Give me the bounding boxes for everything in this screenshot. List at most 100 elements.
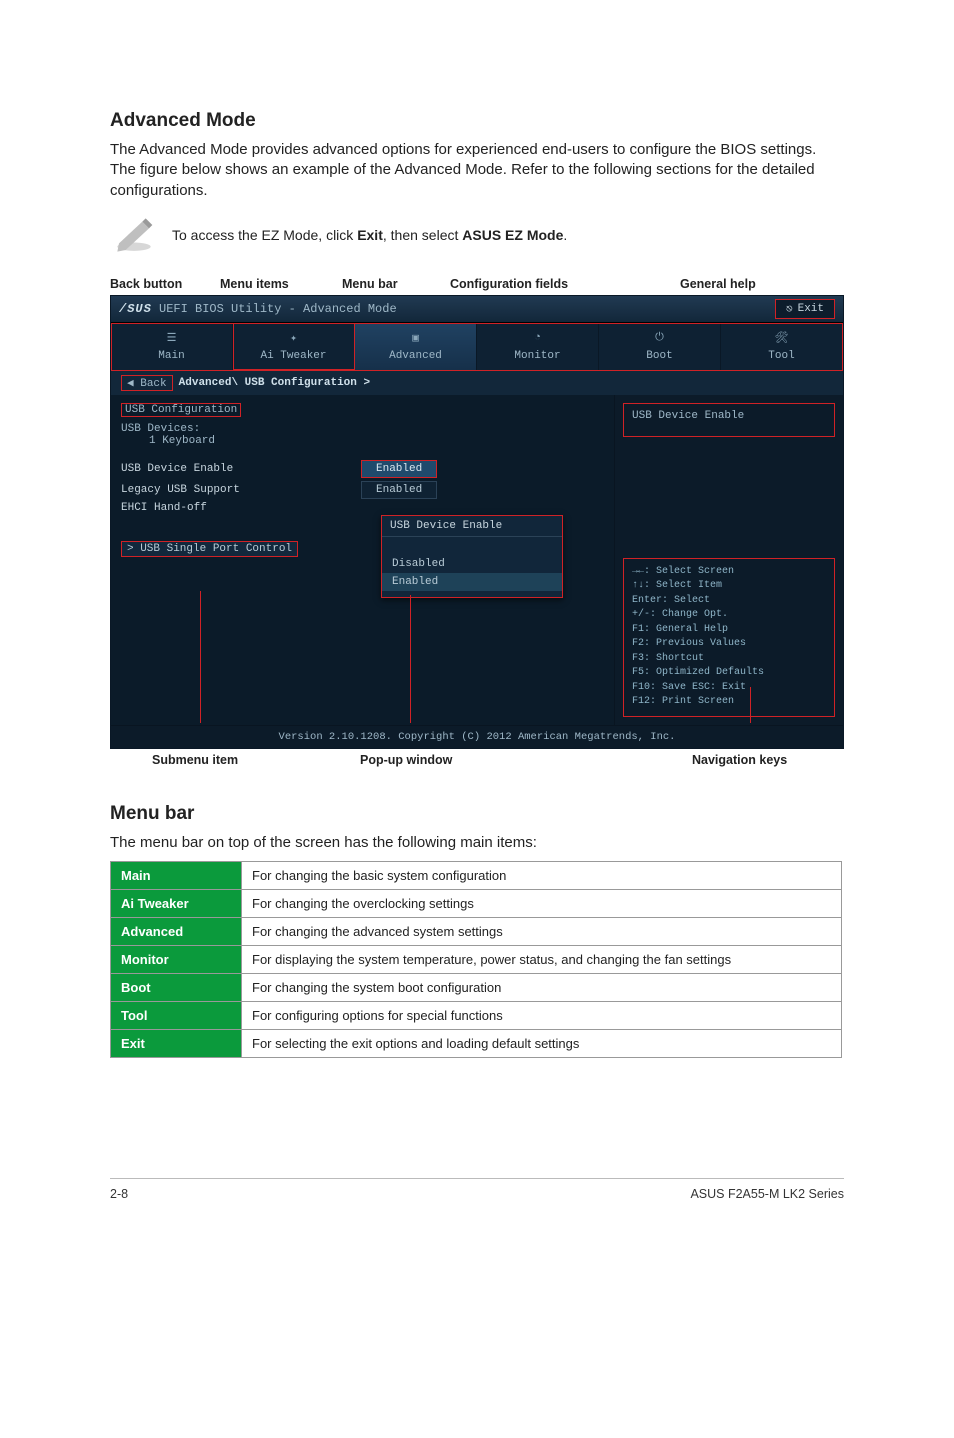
- table-header-cell: Boot: [111, 974, 242, 1002]
- nav-key-line: F3: Shortcut: [632, 652, 826, 667]
- popup-option[interactable]: Disabled: [382, 555, 562, 573]
- label-back-button: Back button: [110, 277, 182, 291]
- pencil-icon: [114, 217, 154, 253]
- setting-row[interactable]: Legacy USB SupportEnabled: [121, 481, 604, 499]
- nav-key-line: F10: Save ESC: Exit: [632, 681, 826, 696]
- note-text: To access the EZ Mode, click Exit, then …: [172, 227, 567, 243]
- bios-screenshot: /SUS UEFI BIOS Utility - Advanced Mode ⎋…: [110, 295, 844, 749]
- navigation-keys-box: →←: Select Screen ↑↓: Select Item Enter:…: [623, 558, 835, 717]
- nav-key-line: →←: Select Screen: [632, 565, 826, 580]
- setting-key: EHCI Hand-off: [121, 502, 361, 514]
- table-cell: For changing the overclocking settings: [242, 890, 842, 918]
- setting-key: USB Device Enable: [121, 463, 361, 475]
- table-row: Ai TweakerFor changing the overclocking …: [111, 890, 842, 918]
- nav-key-line: ↑↓: Select Item: [632, 579, 826, 594]
- setting-row[interactable]: USB Device EnableEnabled: [121, 460, 604, 478]
- table-header-cell: Main: [111, 862, 242, 890]
- table-row: AdvancedFor changing the advanced system…: [111, 918, 842, 946]
- note-text-part: .: [563, 227, 567, 243]
- table-row: ExitFor selecting the exit options and l…: [111, 1030, 842, 1058]
- exit-button[interactable]: ⎋ Exit: [775, 299, 835, 319]
- menu-bar-table: MainFor changing the basic system config…: [110, 861, 842, 1058]
- bios-left-pane: USB Configuration USB Devices: 1 Keyboar…: [111, 395, 614, 725]
- footer-page-number: 2-8: [110, 1187, 128, 1201]
- advanced-mode-body: The Advanced Mode provides advanced opti…: [110, 140, 844, 201]
- tool-icon: 🛠: [721, 329, 842, 347]
- setting-value[interactable]: Enabled: [361, 460, 437, 478]
- general-help-box: USB Device Enable: [623, 403, 835, 437]
- footer-product-name: ASUS F2A55-M LK2 Series: [690, 1187, 844, 1201]
- bios-titlebar: /SUS UEFI BIOS Utility - Advanced Mode ⎋…: [111, 296, 843, 323]
- table-cell: For selecting the exit options and loadi…: [242, 1030, 842, 1058]
- back-label: Back: [140, 378, 166, 390]
- popup-title: USB Device Enable: [382, 516, 562, 537]
- table-header-cell: Tool: [111, 1002, 242, 1030]
- submenu-item[interactable]: > USB Single Port Control: [121, 541, 298, 557]
- nav-key-line: F12: Print Screen: [632, 695, 826, 710]
- submenu-label: > USB Single Port Control: [127, 543, 292, 555]
- label-menu-items: Menu items: [220, 277, 289, 291]
- label-navigation-keys: Navigation keys: [692, 753, 787, 767]
- advanced-mode-heading: Advanced Mode: [110, 110, 844, 132]
- list-icon: ☰: [111, 329, 232, 347]
- table-cell: For changing the advanced system setting…: [242, 918, 842, 946]
- table-row: MonitorFor displaying the system tempera…: [111, 946, 842, 974]
- tab-label: Boot: [599, 350, 720, 362]
- note-text-part: To access the EZ Mode, click: [172, 227, 357, 243]
- note-bold-ezmode: ASUS EZ Mode: [462, 227, 563, 243]
- asus-logo: /SUS: [119, 302, 152, 316]
- table-header-cell: Ai Tweaker: [111, 890, 242, 918]
- bios-menu-bar: ☰ Main ✦ Ai Tweaker ▣Advanced ◔Monitor ⏻Bo…: [111, 323, 843, 371]
- label-menu-bar: Menu bar: [342, 277, 398, 291]
- chip-icon: ▣: [355, 329, 476, 347]
- bios-title: UEFI BIOS Utility - Advanced Mode: [159, 302, 397, 316]
- usb-devices-value: 1 Keyboard: [121, 435, 604, 447]
- page-footer: 2-8 ASUS F2A55-M LK2 Series: [110, 1178, 844, 1201]
- breadcrumb: ◀ Back Advanced\ USB Configuration >: [111, 371, 843, 395]
- label-config-fields: Configuration fields: [450, 277, 568, 291]
- table-header-cell: Monitor: [111, 946, 242, 974]
- tab-label: Tool: [721, 350, 842, 362]
- popup-window: USB Device Enable Disabled Enabled: [381, 515, 563, 598]
- bottom-callout-labels: Submenu item Pop-up window Navigation ke…: [110, 753, 844, 777]
- group-title: USB Configuration: [121, 403, 241, 417]
- nav-key-line: +/-: Change Opt.: [632, 608, 826, 623]
- popup-option-selected[interactable]: Enabled: [382, 573, 562, 591]
- bios-right-pane: USB Device Enable →←: Select Screen ↑↓: …: [614, 395, 843, 725]
- top-callout-labels: Back button Menu items Menu bar Configur…: [110, 277, 844, 295]
- table-row: ToolFor configuring options for special …: [111, 1002, 842, 1030]
- exit-label: Exit: [798, 303, 824, 315]
- nav-key-line: F1: General Help: [632, 623, 826, 638]
- note-text-part: , then select: [383, 227, 462, 243]
- table-header-cell: Advanced: [111, 918, 242, 946]
- menu-bar-heading: Menu bar: [110, 803, 844, 825]
- tab-label: Main: [111, 350, 232, 362]
- setting-value[interactable]: Enabled: [361, 481, 437, 499]
- exit-icon: ⎋: [786, 302, 793, 316]
- bios-version-bar: Version 2.10.1208. Copyright (C) 2012 Am…: [111, 725, 843, 748]
- usb-devices-label: USB Devices:: [121, 423, 604, 435]
- setting-key: Legacy USB Support: [121, 484, 361, 496]
- tab-main[interactable]: ☰ Main: [111, 323, 233, 370]
- back-button[interactable]: ◀ Back: [121, 375, 173, 391]
- setting-row[interactable]: EHCI Hand-off: [121, 502, 604, 514]
- tab-label: Ai Tweaker: [233, 350, 354, 362]
- tab-label: Monitor: [477, 350, 598, 362]
- tab-boot[interactable]: ⏻Boot: [599, 323, 721, 370]
- nav-key-line: F5: Optimized Defaults: [632, 666, 826, 681]
- tab-tool[interactable]: 🛠 Tool: [721, 323, 843, 370]
- table-row: MainFor changing the basic system config…: [111, 862, 842, 890]
- note-bold-exit: Exit: [357, 227, 383, 243]
- label-general-help: General help: [680, 277, 756, 291]
- table-cell: For changing the basic system configurat…: [242, 862, 842, 890]
- breadcrumb-path: Advanced\ USB Configuration >: [179, 377, 370, 389]
- tab-advanced[interactable]: ▣Advanced: [355, 323, 477, 370]
- tab-ai-tweaker[interactable]: ✦ Ai Tweaker: [233, 323, 355, 370]
- tab-monitor[interactable]: ◔Monitor: [477, 323, 599, 370]
- label-submenu-item: Submenu item: [152, 753, 238, 767]
- table-cell: For configuring options for special func…: [242, 1002, 842, 1030]
- general-help-title: USB Device Enable: [632, 410, 744, 422]
- tweaker-icon: ✦: [233, 329, 354, 347]
- table-row: BootFor changing the system boot configu…: [111, 974, 842, 1002]
- nav-key-line: F2: Previous Values: [632, 637, 826, 652]
